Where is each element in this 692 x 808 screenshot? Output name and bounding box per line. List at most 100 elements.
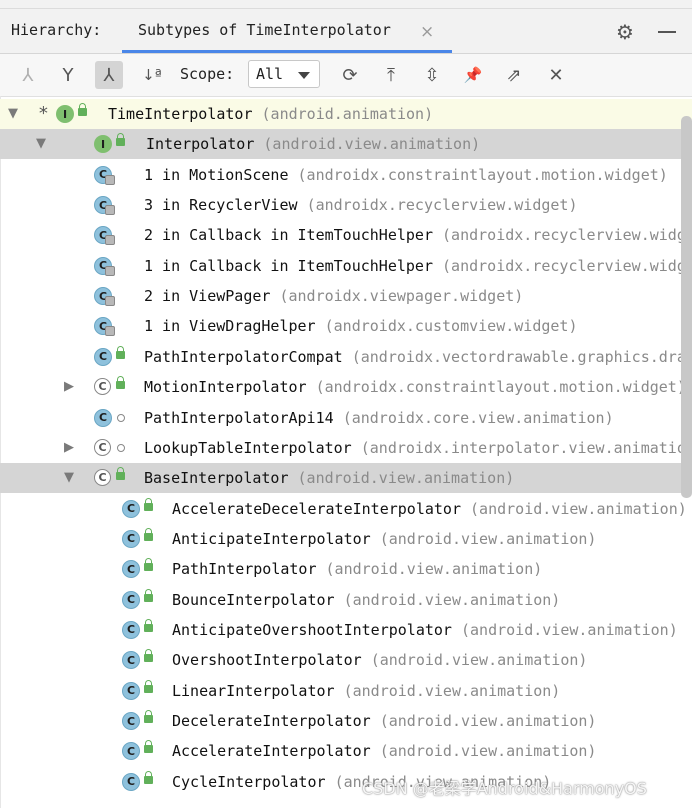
subtypes-icon[interactable]: ⅄ — [95, 61, 123, 89]
type-name: PathInterpolator — [172, 560, 317, 579]
tree-row[interactable]: ▼ C BaseInterpolator (android.view.animati… — [0, 463, 692, 494]
tree-row[interactable]: C3 in RecyclerView (androidx.recyclervie… — [0, 190, 692, 220]
package-name: (androidx.constraintlayout.motion.widget… — [315, 378, 686, 397]
tree-row[interactable]: C DecelerateInterpolator (android.view.an… — [0, 706, 692, 736]
tree-row[interactable]: C PathInterpolatorCompat (androidx.vector… — [0, 342, 692, 372]
package-name: (android.view.animation) — [325, 560, 543, 579]
type-name: 1 in ViewDragHelper — [144, 317, 316, 336]
tree-row[interactable]: ▶ C MotionInterpolator (androidx.constrain… — [0, 372, 692, 402]
expander-down-icon[interactable]: ▼ — [64, 470, 74, 485]
tree-row[interactable]: C PathInterpolator (android.view.animatio… — [0, 554, 692, 584]
anonymous-badge-icon — [105, 174, 115, 185]
tree-row[interactable]: C2 in ViewPager (androidx.viewpager.widg… — [0, 281, 692, 311]
package-name: (androidx.core.view.animation) — [342, 408, 614, 427]
public-lock-icon — [144, 679, 153, 693]
open-in-window-icon[interactable]: ⇗ — [500, 61, 528, 89]
tree-row[interactable]: C AccelerateDecelerateInterpolator (andro… — [0, 494, 692, 524]
type-name: 3 in RecyclerView — [144, 196, 298, 215]
minimize-icon[interactable] — [658, 31, 676, 33]
expander-right-icon[interactable]: ▶ — [64, 440, 74, 455]
class-icon: C — [122, 651, 140, 670]
tree-row[interactable]: C1 in ViewDragHelper (androidx.customvie… — [0, 311, 692, 341]
type-name: 2 in Callback in ItemTouchHelper — [144, 226, 433, 245]
public-lock-icon — [144, 527, 153, 541]
scope-dropdown[interactable]: All — [248, 60, 320, 88]
tree-row[interactable]: ▼ * I TimeInterpolator (android.animation) — [0, 99, 692, 129]
tab-active-indicator — [122, 50, 452, 53]
tree-row[interactable]: C AnticipateOvershootInterpolator (androi… — [0, 615, 692, 645]
tree-row[interactable]: C AccelerateInterpolator (android.view.an… — [0, 736, 692, 766]
tree-item-label: 1 in MotionScene (androidx.constraintlay… — [144, 166, 668, 184]
package-private-icon — [117, 443, 125, 452]
hierarchy-tree: ▼ * I TimeInterpolator (android.animation) ▼… — [0, 99, 692, 808]
type-name: 1 in Callback in ItemTouchHelper — [144, 256, 433, 275]
expand-all-icon[interactable]: ⇳ — [418, 61, 446, 89]
type-name: BaseInterpolator — [144, 469, 289, 488]
type-name: AnticipateInterpolator — [172, 529, 371, 548]
base-type-star: * — [38, 103, 49, 124]
type-name: CycleInterpolator — [172, 772, 326, 791]
package-name: (android.view.animation) — [343, 681, 561, 700]
tree-item-label: BaseInterpolator (android.view.animation… — [144, 469, 514, 487]
abstract-class-icon: C — [94, 469, 111, 487]
gear-icon[interactable]: ⚙ — [616, 20, 634, 44]
tree-row[interactable]: C BounceInterpolator (android.view.animat… — [0, 585, 692, 615]
vertical-scrollbar[interactable] — [681, 116, 692, 498]
package-private-icon — [117, 413, 125, 422]
anonymous-badge-icon — [105, 265, 115, 276]
tree-item-label: PathInterpolatorApi14 (androidx.core.vie… — [144, 409, 614, 427]
anonymous-badge-icon — [105, 326, 115, 337]
public-lock-icon — [144, 558, 153, 572]
type-name: MotionInterpolator — [144, 378, 307, 397]
public-lock-icon — [144, 618, 153, 632]
tree-row[interactable]: C LinearInterpolator (android.view.animat… — [0, 676, 692, 706]
package-name: (androidx.viewpager.widget) — [279, 287, 524, 306]
class-icon: C — [122, 772, 140, 791]
type-name: AnticipateOvershootInterpolator — [172, 620, 452, 639]
tree-row[interactable]: C2 in Callback in ItemTouchHelper (andro… — [0, 220, 692, 250]
tree-row[interactable]: ▶ C LookupTableInterpolator (androidx.inte… — [0, 433, 692, 463]
tab-close-icon[interactable]: × — [420, 22, 434, 42]
sort-alphabetically-icon[interactable]: ↓ª — [138, 61, 166, 89]
anonymous-badge-icon — [105, 205, 115, 216]
type-name: AccelerateDecelerateInterpolator — [172, 499, 461, 518]
package-name: (android.view.animation) — [370, 651, 588, 670]
tree-row[interactable]: C1 in Callback in ItemTouchHelper (andro… — [0, 251, 692, 281]
tree-row[interactable]: C OvershootInterpolator (android.view.ani… — [0, 645, 692, 675]
class-icon: C — [122, 712, 140, 730]
public-lock-icon — [144, 740, 153, 754]
type-hierarchy-icon[interactable]: ⅄ — [14, 61, 42, 89]
anonymous-badge-icon — [105, 235, 115, 246]
class-icon: C — [122, 560, 140, 579]
package-name: (androidx.constraintlayout.motion.widget… — [297, 165, 668, 184]
tree-item-label: MotionInterpolator (androidx.constraintl… — [144, 378, 686, 396]
type-name: LinearInterpolator — [172, 681, 335, 700]
refresh-icon[interactable]: ⟳ — [336, 61, 364, 89]
package-name: (android.view.animation) — [470, 499, 687, 518]
expander-down-icon[interactable]: ▼ — [8, 106, 18, 121]
tree-row[interactable]: C PathInterpolatorApi14 (androidx.core.vi… — [0, 403, 692, 433]
tree-item-label: 2 in ViewPager (androidx.viewpager.widge… — [144, 287, 523, 305]
tab-subtypes[interactable]: Subtypes of TimeInterpolator × — [122, 9, 452, 53]
pin-icon[interactable]: 📌 — [459, 61, 487, 89]
close-icon[interactable]: ✕ — [542, 61, 570, 89]
public-lock-icon — [144, 649, 153, 663]
tree-row[interactable]: C AnticipateInterpolator (android.view.an… — [0, 524, 692, 554]
tree-item-label: LinearInterpolator (android.view.animati… — [172, 682, 560, 700]
supertypes-icon[interactable]: Y — [54, 61, 82, 89]
expander-down-icon[interactable]: ▼ — [36, 136, 46, 151]
tree-item-label: 1 in Callback in ItemTouchHelper (androi… — [144, 257, 692, 275]
export-icon[interactable]: ⤒ — [377, 61, 405, 89]
tree-row[interactable]: ▼ I Interpolator (android.view.animation) — [0, 129, 692, 160]
package-name: (android.view.animation) — [379, 529, 597, 548]
tree-item-label: 1 in ViewDragHelper (androidx.customview… — [144, 317, 578, 335]
tree-item-label: AnticipateInterpolator (android.view.ani… — [172, 530, 596, 548]
class-icon: C — [122, 681, 140, 700]
public-lock-icon — [144, 497, 153, 511]
class-icon: C — [94, 347, 112, 366]
tree-item-label: LookupTableInterpolator (androidx.interp… — [144, 439, 692, 457]
expander-right-icon[interactable]: ▶ — [64, 379, 74, 394]
package-name: (androidx.recyclerview.widget) — [306, 196, 578, 215]
abstract-class-icon: C — [94, 438, 111, 456]
tree-row[interactable]: C1 in MotionScene (androidx.constraintla… — [0, 160, 692, 190]
